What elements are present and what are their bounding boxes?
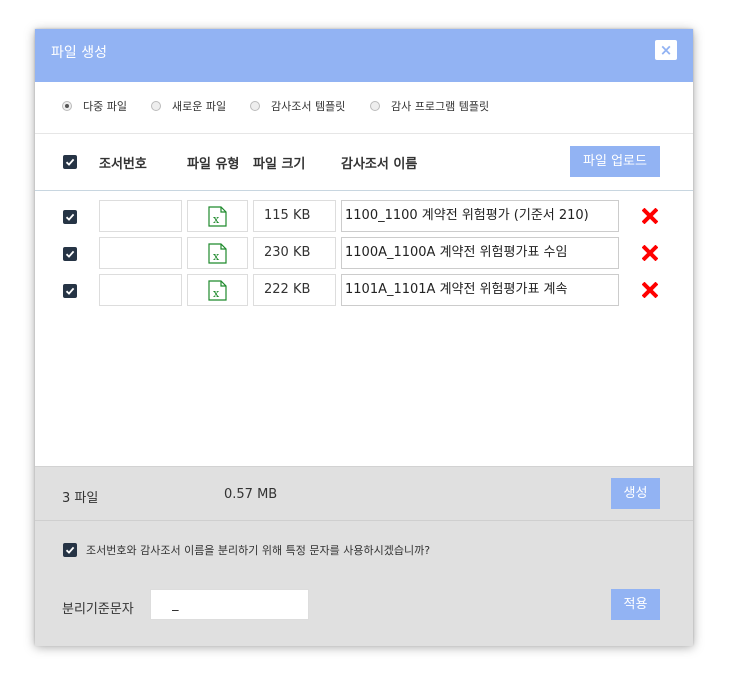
divider bbox=[35, 133, 693, 134]
header-file-type: 파일 유형 bbox=[187, 157, 240, 172]
separator-option-checkbox[interactable] bbox=[63, 543, 77, 557]
header-file-size: 파일 크기 bbox=[253, 157, 306, 172]
table-row: x 115 KB 1100_1100 계약전 위험평가 (기준서 210) bbox=[35, 200, 693, 234]
header-name: 감사조서 이름 bbox=[341, 157, 418, 172]
file-size-cell: 115 KB bbox=[253, 200, 336, 232]
separator-char-input[interactable] bbox=[150, 589, 309, 620]
file-type-cell: x bbox=[187, 274, 248, 306]
total-size: 0.57 MB bbox=[224, 487, 278, 502]
radio-workpaper-template[interactable]: 감사조서 템플릿 bbox=[250, 98, 345, 114]
radio-label: 새로운 파일 bbox=[172, 100, 227, 113]
divider bbox=[35, 190, 693, 191]
generate-button[interactable]: 생성 bbox=[611, 478, 660, 509]
row-checkbox[interactable] bbox=[63, 247, 77, 261]
separator-char-label: 분리기준문자 bbox=[62, 602, 134, 617]
number-input[interactable] bbox=[99, 274, 182, 306]
dialog-footer: 3 파일 0.57 MB 생성 조서번호와 감사조서 이름을 분리하기 위해 특… bbox=[35, 466, 693, 646]
workpaper-name-field[interactable]: 1100A_1100A 계약전 위험평가표 수임 bbox=[341, 237, 619, 269]
select-all-checkbox[interactable] bbox=[63, 155, 77, 169]
excel-icon: x bbox=[208, 206, 227, 227]
file-size-cell: 230 KB bbox=[253, 237, 336, 269]
file-type-cell: x bbox=[187, 237, 248, 269]
radio-label: 다중 파일 bbox=[83, 100, 127, 113]
apply-button[interactable]: 적용 bbox=[611, 589, 660, 620]
radio-label: 감사 프로그램 템플릿 bbox=[391, 100, 490, 113]
radio-label: 감사조서 템플릿 bbox=[271, 100, 346, 113]
svg-text:x: x bbox=[213, 287, 220, 300]
delete-icon[interactable] bbox=[642, 208, 658, 224]
close-button[interactable]: × bbox=[655, 40, 677, 60]
file-size-cell: 222 KB bbox=[253, 274, 336, 306]
radio-multi-file[interactable]: 다중 파일 bbox=[62, 98, 127, 114]
table-row: x 222 KB 1101A_1101A 계약전 위험평가표 계속 bbox=[35, 274, 693, 308]
close-icon: × bbox=[659, 41, 673, 59]
divider bbox=[35, 520, 693, 521]
svg-text:x: x bbox=[213, 250, 220, 263]
file-type-cell: x bbox=[187, 200, 248, 232]
number-input[interactable] bbox=[99, 237, 182, 269]
svg-text:x: x bbox=[213, 213, 220, 226]
number-input[interactable] bbox=[99, 200, 182, 232]
separator-option-text: 조서번호와 감사조서 이름을 분리하기 위해 특정 문자를 사용하시겠습니까? bbox=[86, 544, 431, 557]
dialog-titlebar: 파일 생성 × bbox=[35, 29, 693, 82]
file-upload-button[interactable]: 파일 업로드 bbox=[570, 146, 660, 177]
radio-button[interactable] bbox=[62, 101, 72, 111]
radio-audit-program-template[interactable]: 감사 프로그램 템플릿 bbox=[370, 98, 489, 114]
excel-icon: x bbox=[208, 243, 227, 264]
radio-button[interactable] bbox=[250, 101, 260, 111]
workpaper-name-field[interactable]: 1101A_1101A 계약전 위험평가표 계속 bbox=[341, 274, 619, 306]
header-number: 조서번호 bbox=[99, 157, 147, 172]
workpaper-name-field[interactable]: 1100_1100 계약전 위험평가 (기준서 210) bbox=[341, 200, 619, 232]
table-row: x 230 KB 1100A_1100A 계약전 위험평가표 수임 bbox=[35, 237, 693, 271]
radio-new-file[interactable]: 새로운 파일 bbox=[151, 98, 226, 114]
row-checkbox[interactable] bbox=[63, 210, 77, 224]
dialog-title: 파일 생성 bbox=[51, 45, 107, 61]
delete-icon[interactable] bbox=[642, 245, 658, 261]
file-count: 3 파일 bbox=[62, 491, 99, 506]
radio-button[interactable] bbox=[370, 101, 380, 111]
radio-button[interactable] bbox=[151, 101, 161, 111]
delete-icon[interactable] bbox=[642, 282, 658, 298]
row-checkbox[interactable] bbox=[63, 284, 77, 298]
file-create-dialog: 파일 생성 × 다중 파일 새로운 파일 감사조서 템플릿 감사 프로그램 템플… bbox=[35, 29, 693, 646]
excel-icon: x bbox=[208, 280, 227, 301]
